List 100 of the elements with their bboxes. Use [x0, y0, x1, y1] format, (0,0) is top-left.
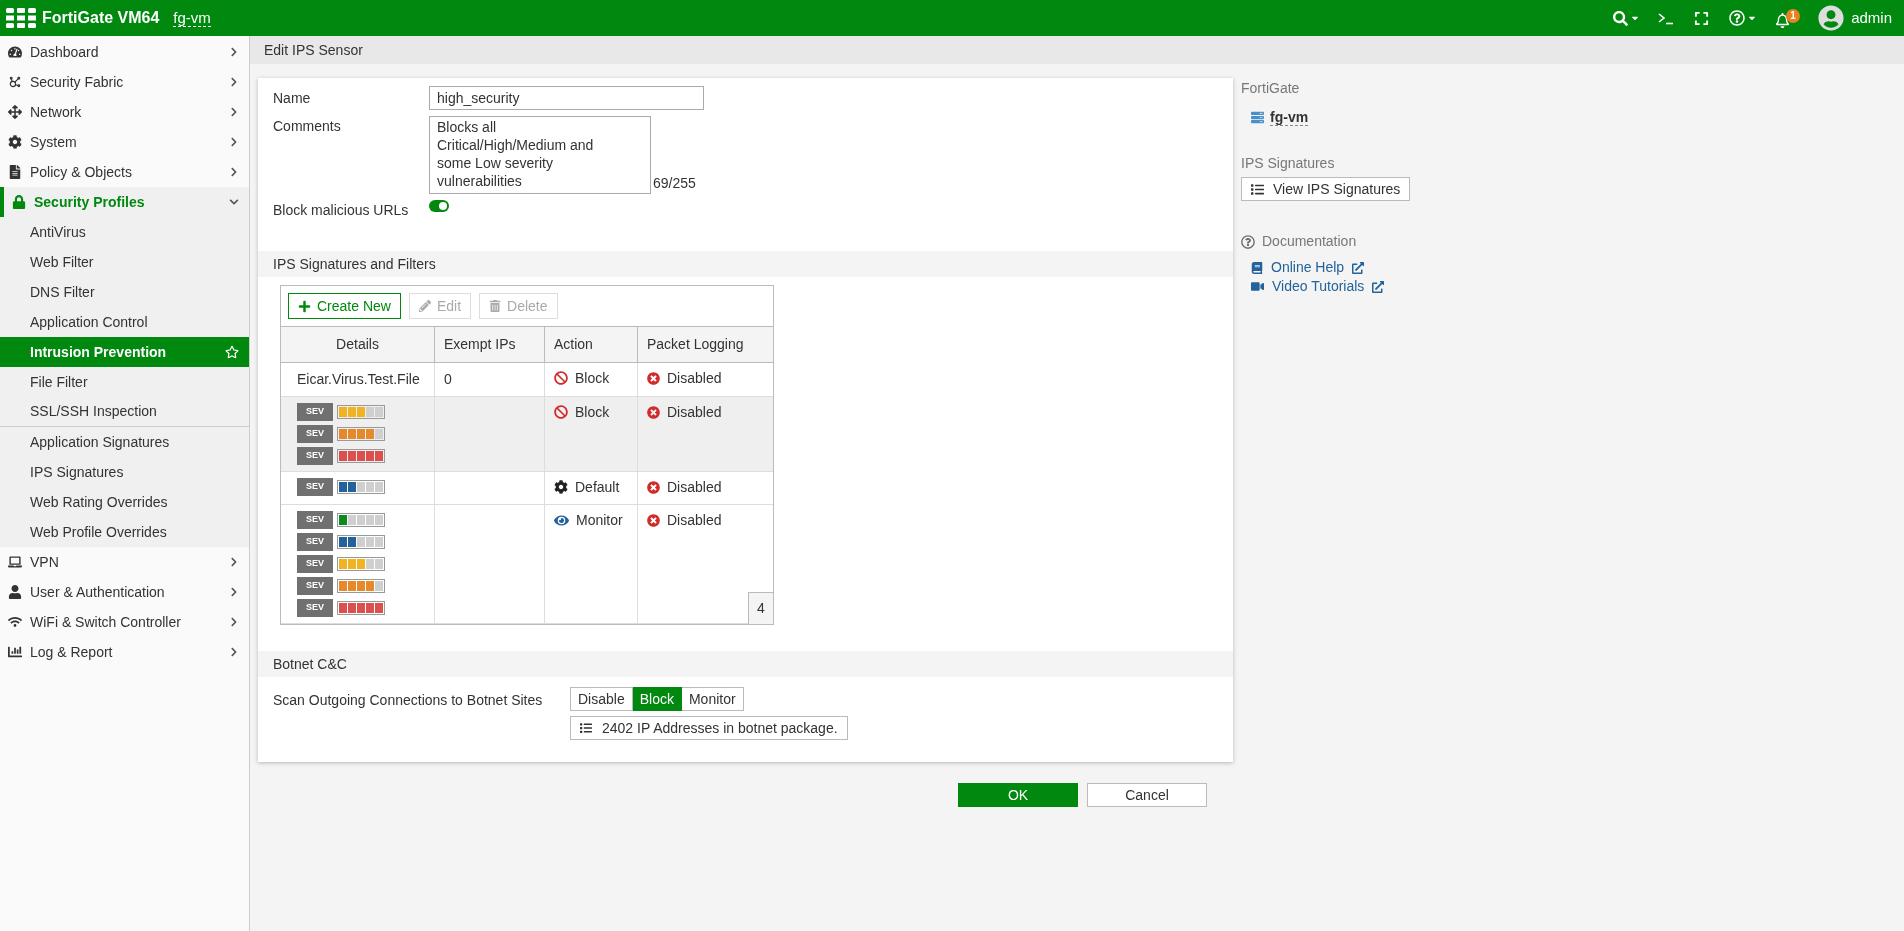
botnet-package-button[interactable]: 2402 IP Addresses in botnet package. [570, 716, 848, 740]
chevron-right-icon [229, 557, 239, 567]
exempt-ips-cell: 0 [435, 363, 545, 396]
sidebar-item[interactable]: Security Fabric [0, 67, 249, 97]
search-button[interactable] [1613, 10, 1641, 26]
hostname-link[interactable]: fg-vm [173, 9, 211, 27]
chevron-right-icon [229, 647, 239, 657]
severity-label: SEV [297, 555, 333, 573]
sidebar-subitem[interactable]: AntiVirus [0, 217, 249, 247]
segment-option[interactable]: Disable [570, 687, 633, 711]
block-icon [554, 405, 568, 419]
wifi-icon [8, 615, 22, 629]
sidebar-item[interactable]: Dashboard [0, 37, 249, 67]
table-row[interactable]: Eicar.Virus.Test.File 0 Block Disabled [281, 363, 773, 397]
sidebar-subitem[interactable]: Application Control [0, 307, 249, 337]
sidebar-subitem[interactable]: Web Rating Overrides [0, 487, 249, 517]
fullscreen-button[interactable] [1694, 10, 1710, 26]
external-link-icon [1352, 261, 1365, 274]
help-icon [1729, 10, 1746, 26]
action-cell: Block [545, 397, 638, 471]
chevron-right-icon [229, 587, 239, 597]
section-title: Botnet C&C [273, 654, 347, 674]
comments-textarea[interactable]: Blocks all Critical/High/Medium and some Low severity vulnerabilities [429, 116, 651, 194]
sidebar-subitem[interactable]: IPS Signatures [0, 457, 249, 487]
device-link[interactable]: fg-vm [1270, 109, 1309, 126]
table-row[interactable]: SEV Default Disabled [281, 472, 773, 505]
chevron-right-icon [229, 137, 239, 147]
chevron-right-icon [229, 167, 239, 177]
action-cell: Block [545, 363, 638, 396]
column-header[interactable]: Packet Logging [638, 327, 773, 363]
help-icon [1241, 234, 1255, 249]
table-row[interactable]: SEV SEV SEV Block Disabled [281, 397, 773, 472]
column-header[interactable]: Action [545, 327, 638, 363]
action-cell: Default [545, 472, 638, 504]
segment-option[interactable]: Block [632, 687, 682, 711]
document-icon [8, 165, 22, 179]
user-icon [8, 585, 22, 599]
panel-heading: FortiGate [1241, 79, 1301, 98]
documentation-link[interactable]: Video Tutorials [1251, 277, 1411, 296]
details-cell: Eicar.Virus.Test.File [281, 363, 435, 396]
trash-icon [489, 300, 502, 312]
column-header[interactable]: Details [281, 327, 435, 363]
row-count: 4 [748, 592, 773, 624]
panel-heading: IPS Signatures [1241, 154, 1336, 173]
laptop-icon [8, 555, 22, 569]
toolbar-button[interactable]: Create New [288, 293, 401, 319]
lock-icon [12, 195, 26, 209]
view-signatures-button[interactable]: View IPS Signatures [1241, 177, 1411, 201]
severity-label: SEV [297, 403, 333, 421]
sidebar-item[interactable]: Policy & Objects [0, 157, 249, 187]
book-icon [1251, 261, 1263, 274]
field-label: Comments [273, 117, 342, 136]
field-label: Block malicious URLs [273, 201, 410, 220]
sidebar-subitem[interactable]: File Filter [0, 367, 249, 397]
sidebar-item[interactable]: System [0, 127, 249, 157]
name-input[interactable]: high_security [429, 86, 704, 110]
list-icon [1251, 182, 1264, 196]
sidebar-item[interactable]: User & Authentication [0, 577, 249, 607]
avatar-icon[interactable] [1818, 5, 1845, 31]
severity-label: SEV [297, 478, 333, 496]
help-button[interactable] [1729, 10, 1758, 26]
segment-option[interactable]: Monitor [681, 687, 744, 711]
sidebar-item[interactable]: Log & Report [0, 637, 249, 667]
terminal-icon [1658, 11, 1675, 25]
terminal-button[interactable] [1658, 11, 1675, 25]
sidebar-subitem[interactable]: Intrusion Prevention [0, 337, 249, 367]
column-header[interactable]: Exempt IPs [435, 327, 545, 363]
sidebar-item[interactable]: Security Profiles [0, 187, 249, 217]
severity-label: SEV [297, 511, 333, 529]
sidebar-subitem[interactable]: SSL/SSH Inspection [0, 397, 249, 427]
cancel-button[interactable]: Cancel [1087, 783, 1207, 807]
block-icon [554, 371, 568, 385]
severity-label: SEV [297, 533, 333, 551]
panel-heading: Documentation [1262, 232, 1357, 251]
field-label: Scan Outgoing Connections to Botnet Sites [273, 691, 544, 710]
star-icon[interactable] [225, 345, 239, 359]
documentation-link[interactable]: Online Help [1251, 258, 1411, 277]
action-cell: Monitor [545, 505, 638, 623]
notification-count: 1 [1786, 8, 1801, 23]
sidebar-subitem[interactable]: Web Filter [0, 247, 249, 277]
page-title: Edit IPS Sensor [264, 40, 363, 60]
severity-label: SEV [297, 599, 333, 617]
sidebar-item[interactable]: WiFi & Switch Controller [0, 607, 249, 637]
toggle-switch[interactable] [429, 200, 449, 212]
pencil-icon [418, 300, 431, 312]
sidebar-subitem[interactable]: DNS Filter [0, 277, 249, 307]
ok-button[interactable]: OK [958, 783, 1078, 807]
gear-icon [554, 480, 568, 494]
product-name: FortiGate VM64 [42, 8, 160, 28]
sidebar-item[interactable]: Network [0, 97, 249, 127]
list-icon [580, 722, 592, 734]
sidebar-subitem[interactable]: Web Profile Overrides [0, 517, 249, 547]
network-nodes-icon [8, 75, 22, 89]
username[interactable]: admin [1851, 6, 1892, 30]
sidebar-item[interactable]: VPN [0, 547, 249, 577]
sidebar-subitem[interactable]: Application Signatures [0, 427, 249, 457]
packet-logging-status: Disabled [647, 369, 722, 387]
logo-icon [6, 8, 36, 28]
search-icon [1613, 10, 1629, 26]
video-camera-icon [1251, 280, 1264, 293]
